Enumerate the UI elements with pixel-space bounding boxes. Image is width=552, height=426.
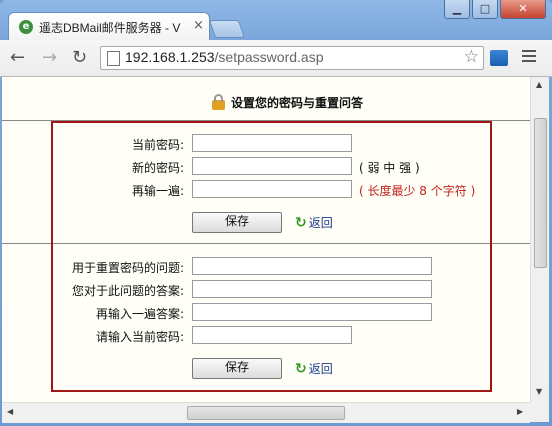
current-password-input[interactable]	[192, 134, 352, 152]
vertical-scroll-thumb[interactable]	[534, 118, 547, 268]
new-password-row: 新的密码: ( 弱 中 强 )	[2, 157, 530, 177]
answer-input[interactable]	[192, 280, 432, 298]
current-password-row: 当前密码:	[2, 134, 530, 154]
minimize-button[interactable]: ▁	[444, 0, 470, 19]
verify-password-label: 请输入当前密码:	[95, 330, 184, 344]
browser-window: e 遥志DBMail邮件服务器 - V × ▁ □ ✕ ← → ↻ 192.16…	[0, 0, 552, 426]
length-note: ( 长度最少 8 个字符 )	[359, 184, 476, 198]
lock-icon	[212, 93, 225, 110]
back-arrow-icon[interactable]: ←	[10, 48, 25, 68]
confirm-password-row: 再输一遍: ( 长度最少 8 个字符 )	[2, 180, 530, 200]
back-link[interactable]: ↻ 返回	[295, 360, 333, 377]
title-bar: e 遥志DBMail邮件服务器 - V × ▁ □ ✕	[0, 0, 552, 41]
page-icon	[107, 51, 120, 66]
return-arrow-icon: ↻	[295, 360, 307, 377]
vertical-scrollbar[interactable]: ▲ ▼	[530, 77, 549, 402]
current-password-label: 当前密码:	[131, 138, 184, 152]
answer-row: 您对于此问题的答案:	[2, 280, 530, 300]
page-content: 设置您的密码与重置问答 当前密码: 新的密码: ( 弱 中 强 ) 再输一遍: …	[2, 77, 530, 402]
url-path: /setpassword.asp	[214, 49, 324, 65]
scroll-right-icon[interactable]: ▶	[517, 407, 523, 416]
tab-title: 遥志DBMail邮件服务器 - V	[39, 21, 181, 35]
scroll-up-icon[interactable]: ▲	[536, 80, 542, 89]
answer-label: 您对于此问题的答案:	[71, 284, 184, 298]
tab-close-icon[interactable]: ×	[193, 18, 204, 33]
back-link-label: 返回	[308, 362, 333, 376]
verify-password-input[interactable]	[192, 326, 352, 344]
return-arrow-icon: ↻	[295, 214, 307, 231]
question-label: 用于重置密码的问题:	[71, 261, 184, 275]
confirm-answer-input[interactable]	[192, 303, 432, 321]
forward-arrow-icon[interactable]: →	[42, 48, 57, 68]
save-password-button[interactable]: 保存	[192, 212, 282, 233]
question-input[interactable]	[192, 257, 432, 275]
scroll-left-icon[interactable]: ◀	[7, 407, 13, 416]
new-password-input[interactable]	[192, 157, 352, 175]
question-row: 用于重置密码的问题:	[2, 257, 530, 277]
scroll-down-icon[interactable]: ▼	[536, 387, 542, 396]
reload-icon[interactable]: ↻	[72, 48, 87, 68]
favicon-icon: e	[19, 20, 33, 34]
new-tab-button[interactable]	[208, 20, 246, 38]
back-link-label: 返回	[308, 216, 333, 230]
browser-tab[interactable]: e 遥志DBMail邮件服务器 - V ×	[8, 12, 210, 41]
confirm-password-input[interactable]	[192, 180, 352, 198]
extension-icon[interactable]	[490, 50, 508, 66]
verify-password-row: 请输入当前密码:	[2, 326, 530, 346]
confirm-password-label: 再输一遍:	[131, 184, 184, 198]
window-controls: ▁ □ ✕	[442, 0, 546, 20]
menu-icon[interactable]	[522, 50, 536, 65]
confirm-answer-row: 再输入一遍答案:	[2, 303, 530, 323]
browser-toolbar: ← → ↻ 192.168.1.253/setpassword.asp ☆	[0, 40, 552, 77]
page-title: 设置您的密码与重置问答	[212, 93, 364, 111]
confirm-answer-label: 再输入一遍答案:	[95, 307, 184, 321]
address-bar[interactable]: 192.168.1.253/setpassword.asp ☆	[100, 46, 484, 70]
page-title-text: 设置您的密码与重置问答	[231, 96, 364, 110]
url-text[interactable]: 192.168.1.253/setpassword.asp	[125, 49, 323, 65]
close-button[interactable]: ✕	[500, 0, 546, 19]
horizontal-scrollbar[interactable]: ◀ ▶	[2, 402, 530, 423]
new-password-label: 新的密码:	[131, 161, 184, 175]
maximize-button[interactable]: □	[472, 0, 498, 19]
save-question-button[interactable]: 保存	[192, 358, 282, 379]
back-link[interactable]: ↻ 返回	[295, 214, 333, 231]
horizontal-scroll-thumb[interactable]	[187, 406, 345, 420]
url-host: 192.168.1.253	[125, 49, 215, 65]
strength-note: ( 弱 中 强 )	[359, 161, 420, 175]
scroll-corner	[530, 402, 549, 422]
star-icon[interactable]: ☆	[464, 47, 479, 67]
